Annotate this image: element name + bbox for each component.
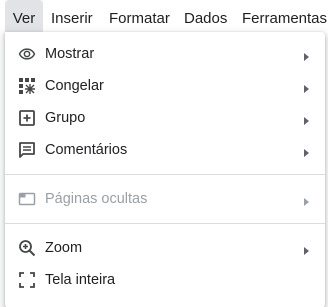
zoom-in-icon — [18, 239, 36, 257]
menu-item-zoom[interactable]: Zoom — [5, 232, 325, 264]
freeze-grid-icon — [18, 77, 36, 95]
menu-item-label: Congelar — [45, 78, 104, 94]
menu-ferramentas[interactable]: Ferramentas — [242, 0, 327, 32]
menu-formatar[interactable]: Formatar — [109, 0, 170, 32]
menu-item-tela-inteira[interactable]: Tela inteira — [5, 264, 325, 296]
menu-item-congelar[interactable]: Congelar — [5, 70, 325, 102]
submenu-arrow-icon — [302, 243, 310, 255]
menu-item-grupo[interactable]: Grupo — [5, 102, 325, 134]
submenu-arrow-icon — [302, 194, 310, 206]
add-box-icon — [18, 109, 36, 127]
submenu-arrow-icon — [302, 81, 310, 93]
menu-item-label: Comentários — [45, 142, 128, 158]
menu-item-label: Páginas ocultas — [45, 191, 148, 207]
spreadsheet-window: Ver Inserir Formatar Dados Ferramentas M… — [0, 0, 328, 307]
eye-icon — [18, 45, 36, 63]
menu-divider — [5, 223, 325, 224]
hidden-tab-icon — [18, 190, 36, 208]
menu-item-label: Mostrar — [45, 46, 95, 62]
fullscreen-icon — [18, 271, 36, 289]
menu-ver[interactable]: Ver — [5, 0, 43, 32]
menu-divider — [5, 174, 325, 175]
submenu-arrow-icon — [302, 49, 310, 61]
menu-inserir[interactable]: Inserir — [51, 0, 93, 32]
submenu-arrow-icon — [302, 113, 310, 125]
menu-item-label: Zoom — [45, 240, 83, 256]
menubar: Ver Inserir Formatar Dados Ferramentas — [0, 0, 328, 32]
menu-dados[interactable]: Dados — [184, 0, 227, 32]
comment-icon — [18, 141, 36, 159]
menu-item-label: Tela inteira — [45, 272, 116, 288]
menu-item-mostrar[interactable]: Mostrar — [5, 38, 325, 70]
menu-item-comentarios[interactable]: Comentários — [5, 134, 325, 166]
menu-item-label: Grupo — [45, 110, 86, 126]
menu-item-paginas-ocultas: Páginas ocultas — [5, 183, 325, 215]
ver-dropdown-menu: Mostrar Congelar Grupo Comentários Págin… — [5, 32, 325, 307]
submenu-arrow-icon — [302, 145, 310, 157]
